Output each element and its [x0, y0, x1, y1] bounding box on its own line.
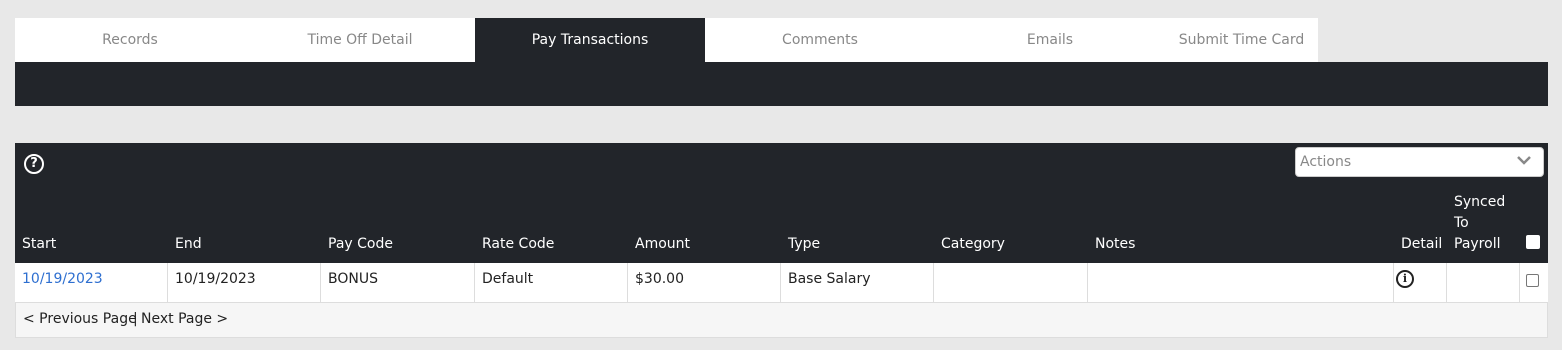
- rate-code-cell: Default: [475, 263, 628, 302]
- next-page-link[interactable]: Next Page >: [141, 311, 228, 327]
- table-row: 10/19/2023 10/19/2023 BONUS Default $30.…: [15, 263, 1548, 303]
- previous-page-link[interactable]: < Previous Page: [23, 311, 137, 327]
- chevron-down-icon: [1517, 156, 1531, 165]
- column-header-type[interactable]: Type: [788, 236, 820, 252]
- pager-separator: |: [133, 311, 138, 327]
- tab-emails[interactable]: Emails: [935, 18, 1165, 62]
- actions-dropdown[interactable]: Actions: [1295, 147, 1544, 177]
- tab-time-off-detail[interactable]: Time Off Detail: [245, 18, 475, 62]
- column-header-category[interactable]: Category: [941, 236, 1005, 252]
- column-header-end[interactable]: End: [175, 236, 202, 252]
- pay-code-cell: BONUS: [321, 263, 475, 302]
- tab-records[interactable]: Records: [15, 18, 245, 62]
- tab-content-band: [15, 62, 1548, 106]
- end-date-cell: 10/19/2023: [168, 263, 321, 302]
- pagination: < Previous Page | Next Page >: [15, 303, 1548, 338]
- column-header-notes[interactable]: Notes: [1095, 236, 1135, 252]
- column-header-synced-line2[interactable]: To: [1454, 215, 1469, 231]
- synced-cell: [1447, 263, 1520, 302]
- row-select-checkbox[interactable]: [1526, 274, 1539, 287]
- column-header-amount[interactable]: Amount: [635, 236, 690, 252]
- tab-bar: Records Time Off Detail Pay Transactions…: [15, 18, 1318, 62]
- question-circle-icon[interactable]: ?: [24, 154, 44, 174]
- amount-cell: $30.00: [628, 263, 781, 302]
- column-header-detail[interactable]: Detail: [1401, 236, 1442, 252]
- notes-cell: [1088, 263, 1394, 302]
- actions-label: Actions: [1300, 154, 1352, 170]
- column-header-synced-line1[interactable]: Synced: [1454, 194, 1505, 210]
- start-date-link[interactable]: 10/19/2023: [15, 263, 168, 302]
- column-header-rate-code[interactable]: Rate Code: [482, 236, 554, 252]
- tab-submit-time-card[interactable]: Submit Time Card: [1165, 18, 1318, 62]
- tab-comments[interactable]: Comments: [705, 18, 935, 62]
- tab-pay-transactions[interactable]: Pay Transactions: [475, 18, 705, 62]
- info-circle-icon[interactable]: i: [1396, 270, 1414, 288]
- column-header-start[interactable]: Start: [22, 236, 56, 252]
- category-cell: [934, 263, 1088, 302]
- column-header-synced-line3[interactable]: Payroll: [1454, 236, 1500, 252]
- type-cell: Base Salary: [781, 263, 934, 302]
- column-header-pay-code[interactable]: Pay Code: [328, 236, 393, 252]
- select-all-checkbox[interactable]: [1526, 235, 1540, 249]
- pay-transactions-panel: ? Actions Start End Pay Code Rate Code A…: [15, 143, 1548, 338]
